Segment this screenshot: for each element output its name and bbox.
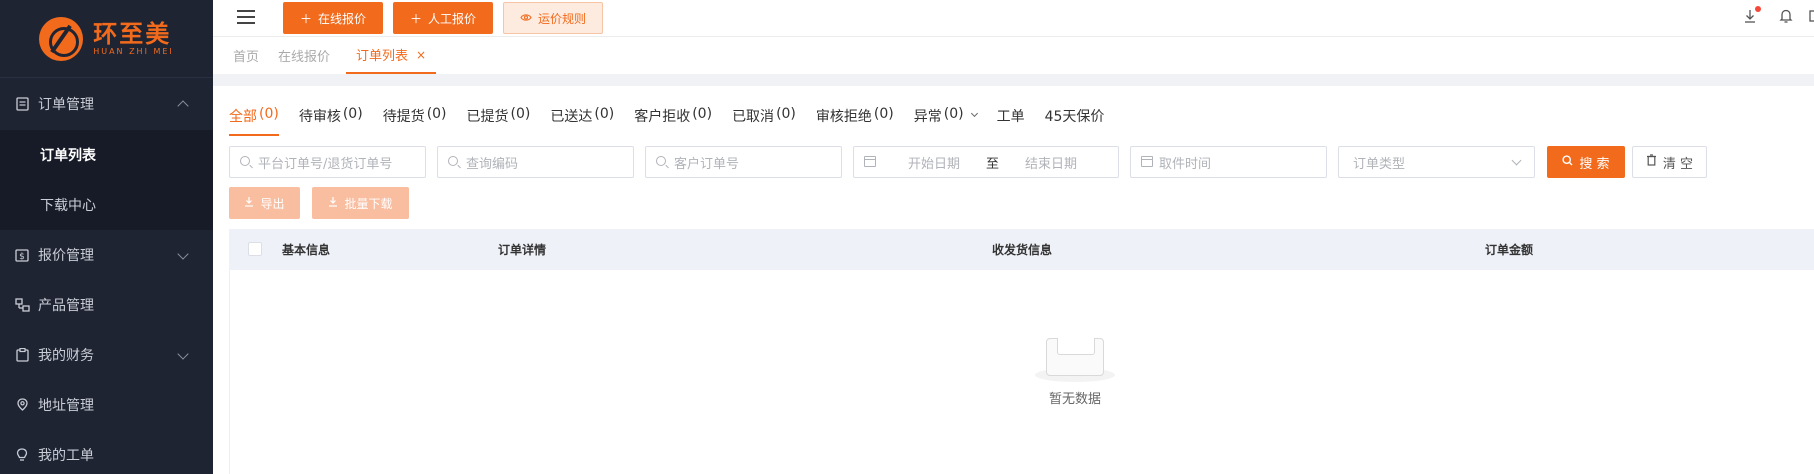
online-quote-button[interactable]: ＋ 在线报价 [283,2,383,34]
column-header-order-details: 订单详情 [498,243,547,257]
start-date-field[interactable]: 开始日期 [908,153,960,172]
page-tab-home[interactable]: 首页 [233,37,259,74]
sidebar-subitem-label: 订单列表 [40,148,96,164]
status-tab-tickets[interactable]: 工单 [997,106,1025,136]
order-type-select[interactable]: 订单类型 [1338,146,1535,178]
download-icon[interactable] [1743,6,1761,26]
chevron-up-icon [177,100,189,112]
plus-icon: ＋ [409,11,422,26]
trash-icon [1646,154,1657,170]
search-icon [240,156,252,168]
sidebar-item-quote-management[interactable]: $ 报价管理 [0,230,213,280]
sidebar-item-my-tickets[interactable]: 我的工单 [0,430,213,474]
status-tab-customer-rejected[interactable]: 客户拒收 (0) [634,106,712,136]
close-icon[interactable]: × [416,48,426,62]
status-tab-exception[interactable]: 异常 (0) [914,106,978,136]
query-code-input[interactable]: 查询编码 [437,146,634,178]
brand-name-cn: 环至美 [93,20,172,48]
customer-order-input[interactable]: 客户订单号 [645,146,842,178]
sidebar-item-label: 产品管理 [38,298,94,314]
empty-state-text: 暂无数据 [1048,392,1101,407]
notification-dot [1755,6,1761,12]
column-header-order-amount: 订单金额 [1485,243,1534,257]
empty-state: 暂无数据 [1035,330,1115,407]
status-tab-45-day-insurance[interactable]: 45天保价 [1045,106,1105,136]
status-tabs: 全部 (0) 待审核 (0) 待提货 (0) 已提货 (0) 已送达 (0) 客户拒收 (0… [229,106,1124,136]
svg-text:$: $ [19,252,25,262]
date-range-picker[interactable]: 开始日期 至 结束日期 [853,146,1119,178]
sidebar-subitem-order-list[interactable]: 订单列表 [0,130,213,180]
search-button[interactable]: 搜 索 [1547,146,1625,178]
column-header-basic-info: 基本信息 [282,243,331,257]
status-tab-pending-review[interactable]: 待审核 (0) [299,106,363,136]
status-tab-all[interactable]: 全部 (0) [229,106,279,136]
table-header: 基本信息 订单详情 收发货信息 订单金额 [229,229,1814,270]
product-icon [14,297,30,313]
eye-icon [520,11,532,25]
sidebar-subitem-label: 下载中心 [40,198,96,214]
search-icon [1562,154,1573,170]
sidebar-item-label: 订单管理 [38,97,94,113]
range-separator: 至 [986,156,1000,172]
clear-button[interactable]: 清 空 [1632,146,1707,178]
status-tab-picked-up[interactable]: 已提货 (0) [467,106,531,136]
fullscreen-icon[interactable] [1809,8,1814,26]
brand-name-en: HUAN ZHI MEI [93,47,174,56]
sidebar-item-label: 地址管理 [38,398,94,414]
pickup-time-picker[interactable]: 取件时间 [1130,146,1327,178]
page-tab-online-quote[interactable]: 在线报价 [278,37,330,74]
sidebar-item-product-management[interactable]: 产品管理 [0,280,213,330]
page-tab-order-list[interactable]: 订单列表 × [346,37,437,74]
export-button[interactable]: 导出 [229,187,300,219]
sidebar-item-address-management[interactable]: 地址管理 [0,380,213,430]
sidebar-menu: 订单管理 订单列表 下载中心 $ 报价管理 产品管理 我的财务 地址管理 我的工… [0,78,213,474]
plus-icon: ＋ [299,11,312,26]
dollar-icon: $ [14,247,30,263]
sidebar-item-label: 我的财务 [38,348,94,364]
sidebar-item-my-finance[interactable]: 我的财务 [0,330,213,380]
status-tab-cancelled[interactable]: 已取消 (0) [732,106,796,136]
select-all-checkbox[interactable] [248,242,262,256]
search-icon [656,156,668,168]
chevron-down-icon [177,248,189,260]
download-icon [328,196,338,210]
bulb-icon [14,447,30,463]
logo-mark-icon [39,16,84,61]
menu-toggle-icon[interactable] [237,10,255,24]
freight-rules-button[interactable]: 运价规则 [503,2,603,34]
chevron-down-icon [970,109,978,118]
calendar-icon [1141,156,1153,168]
end-date-field[interactable]: 结束日期 [1025,153,1077,172]
clipboard-icon [14,347,30,363]
calendar-icon [864,156,876,168]
order-no-input[interactable]: 平台订单号/退货订单号 [229,146,426,178]
brand-logo[interactable]: 环至美 HUAN ZHI MEI [0,0,213,78]
empty-inbox-icon [1035,330,1115,382]
sidebar-subitem-download-center[interactable]: 下载中心 [0,180,213,230]
page-tabs-bar: 首页 在线报价 订单列表 × [213,37,1814,80]
top-header: ＋ 在线报价 ＋ 人工报价 运价规则 [213,0,1814,37]
chevron-down-icon [1511,155,1522,166]
document-icon [14,96,30,112]
location-icon [14,397,30,413]
sidebar-item-order-management[interactable]: 订单管理 [0,78,213,130]
status-tab-pending-pickup[interactable]: 待提货 (0) [383,106,447,136]
status-tab-review-rejected[interactable]: 审核拒绝 (0) [816,106,894,136]
sidebar-item-label: 我的工单 [38,448,94,464]
bell-icon[interactable] [1779,8,1795,26]
chevron-down-icon [177,348,189,360]
column-header-shipping-info: 收发货信息 [992,243,1053,257]
batch-download-button[interactable]: 批量下载 [312,187,409,219]
download-icon [244,196,254,210]
sidebar-item-label: 报价管理 [38,248,94,264]
table-body: 暂无数据 [229,270,1814,474]
sidebar: 环至美 HUAN ZHI MEI 订单管理 订单列表 下载中心 $ 报价管理 产… [0,0,213,474]
order-list-panel: 全部 (0) 待审核 (0) 待提货 (0) 已提货 (0) 已送达 (0) 客户拒收 (0… [213,86,1814,474]
search-icon [448,156,460,168]
status-tab-delivered[interactable]: 已送达 (0) [550,106,614,136]
manual-quote-button[interactable]: ＋ 人工报价 [393,2,493,34]
